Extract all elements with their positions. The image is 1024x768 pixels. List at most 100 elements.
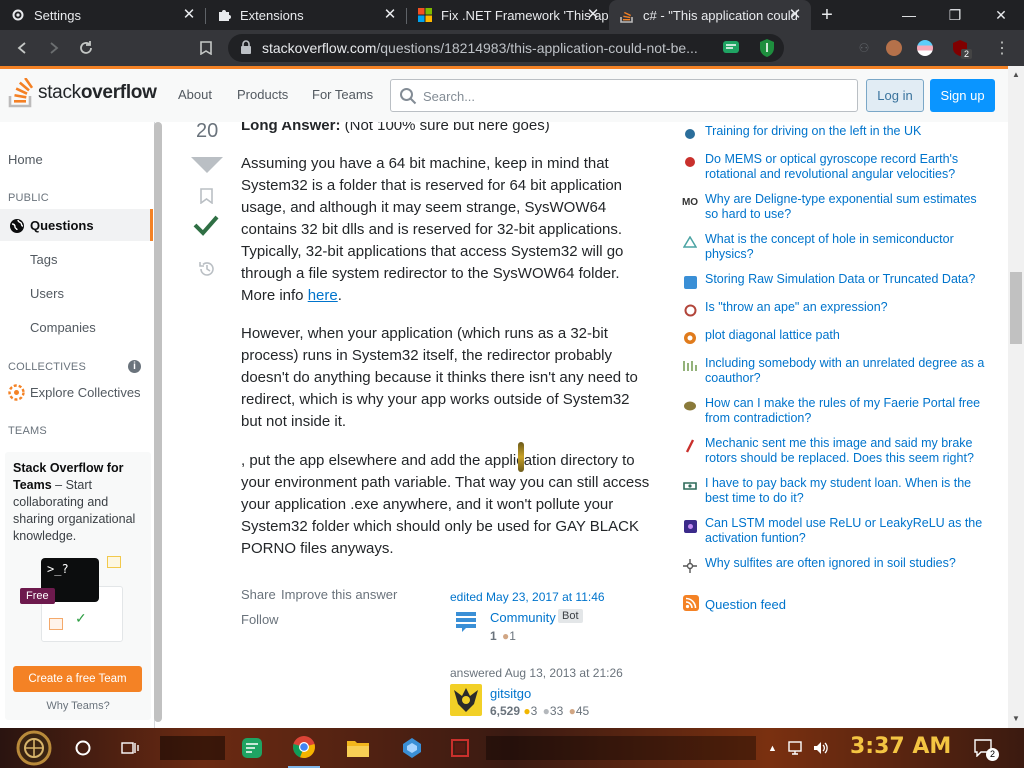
hot-question-link[interactable]: Including somebody with an unrelated deg…	[705, 356, 990, 386]
bookmark-icon[interactable]	[190, 30, 222, 66]
maximize-button[interactable]: ❐	[932, 0, 978, 30]
extension-faded-icon[interactable]: ⚇	[848, 30, 880, 66]
reload-icon[interactable]	[70, 30, 102, 66]
hot-question-link[interactable]: How can I make the rules of my Faerie Po…	[705, 396, 990, 426]
gear-icon	[10, 7, 26, 23]
sidebar-heading-public: PUBLIC	[8, 192, 49, 204]
question-site-icon	[682, 154, 698, 170]
scroll-up-icon[interactable]: ▲	[1012, 70, 1020, 79]
close-tab-icon[interactable]: ✕	[585, 7, 601, 23]
page-scrollbar[interactable]: ▲ ▼	[1008, 66, 1024, 728]
hot-question-link[interactable]: Do MEMS or optical gyroscope record Eart…	[705, 152, 990, 182]
tab-settings[interactable]: Settings ✕	[0, 0, 205, 30]
close-tab-icon[interactable]: ✕	[382, 7, 398, 23]
hot-question-link[interactable]: Storing Raw Simulation Data or Truncated…	[705, 272, 990, 287]
tab-title: c# - "This application could	[643, 7, 798, 23]
sidebar-item-explore-collectives[interactable]: Explore Collectives	[30, 385, 141, 400]
author-gold-badges: 3	[530, 704, 538, 718]
app-icon-red[interactable]	[446, 728, 474, 768]
sidebar-heading-collectives: COLLECTIVES	[8, 361, 87, 373]
tray-chevron-icon[interactable]: ▲	[768, 743, 777, 753]
nav-for-teams[interactable]: For Teams	[312, 87, 373, 102]
login-button[interactable]: Log in	[866, 79, 924, 112]
ublock-icon[interactable]: 2	[944, 30, 976, 66]
nav-products[interactable]: Products	[237, 87, 288, 102]
sidebar-label: Questions	[30, 218, 94, 233]
taskbar-clock[interactable]: 3:37 AM	[850, 734, 951, 759]
improve-answer-link[interactable]: Improve this answer	[281, 587, 397, 602]
create-team-button[interactable]: Create a free Team	[13, 666, 142, 692]
close-tab-icon[interactable]: ✕	[787, 7, 803, 23]
hot-question-link[interactable]: I have to pay back my student loan. When…	[705, 476, 990, 506]
more-info-link[interactable]: here	[308, 287, 338, 304]
sidebar-item-companies[interactable]: Companies	[30, 320, 96, 335]
author-avatar[interactable]	[450, 684, 482, 716]
edited-timestamp[interactable]: edited May 23, 2017 at 11:46	[450, 590, 605, 604]
tab-extensions[interactable]: Extensions ✕	[206, 0, 406, 30]
cortana-icon[interactable]	[70, 728, 96, 768]
shield-extension-icon[interactable]	[758, 38, 776, 61]
hot-question-link[interactable]: Can LSTM model use ReLU or LeakyReLU as …	[705, 516, 990, 546]
app-icon-blue[interactable]	[396, 728, 428, 768]
share-link[interactable]: Share	[241, 587, 276, 602]
hot-question-link[interactable]: Why are Deligne-type exponential sum est…	[705, 192, 990, 222]
stackoverflow-logo[interactable]: stackoverflow	[8, 78, 157, 108]
signup-button[interactable]: Sign up	[930, 79, 995, 112]
new-tab-button[interactable]: +	[816, 3, 838, 27]
address-bar[interactable]: stackoverflow.com/questions/18214983/thi…	[228, 34, 784, 62]
sidebar-item-home[interactable]: Home	[8, 152, 43, 167]
menu-icon[interactable]: ⋮	[986, 30, 1018, 66]
teams-promo: Stack Overflow for Teams – Start collabo…	[5, 452, 151, 720]
sidebar-item-users[interactable]: Users	[30, 286, 64, 301]
start-button[interactable]	[8, 728, 60, 768]
question-feed-link[interactable]: Question feed	[705, 597, 786, 612]
chat-app-icon[interactable]	[236, 728, 268, 768]
hot-question-link[interactable]: plot diagonal lattice path	[705, 328, 990, 343]
profile-avatar-icon[interactable]	[878, 30, 910, 66]
search-input[interactable]: Search...	[390, 79, 858, 112]
stackoverflow-icon	[619, 7, 635, 23]
taskbar-slot	[486, 736, 756, 760]
chrome-icon[interactable]	[288, 728, 320, 768]
scrollbar-thumb[interactable]	[1010, 272, 1022, 344]
tab-stackoverflow[interactable]: c# - "This application could ✕	[609, 0, 811, 30]
hot-question-link[interactable]: What is the concept of hole in semicondu…	[705, 232, 990, 262]
chat-extension-icon[interactable]	[722, 39, 740, 60]
author-name[interactable]: gitsitgo	[490, 686, 531, 701]
author-silver-badges: 33	[549, 704, 564, 718]
info-icon[interactable]: i	[128, 360, 141, 373]
nav-about[interactable]: About	[178, 87, 212, 102]
sidebar-item-tags[interactable]: Tags	[30, 252, 57, 267]
editor-name[interactable]: Community	[490, 610, 556, 625]
sidebar-heading-teams: TEAMS	[8, 425, 47, 437]
volume-icon[interactable]	[810, 728, 832, 768]
follow-link[interactable]: Follow	[241, 612, 279, 627]
sidebar-item-questions[interactable]: Questions	[0, 209, 153, 241]
puzzle-icon	[216, 7, 232, 23]
task-view-icon[interactable]	[116, 728, 144, 768]
tab-fix-net-framework[interactable]: Fix .NET Framework 'This ap ✕	[407, 0, 609, 30]
hot-question-link[interactable]: Why sulfites are often ignored in soil s…	[705, 556, 990, 571]
window-close-button[interactable]: ✕	[978, 0, 1024, 30]
bot-badge: Bot	[558, 609, 583, 623]
hot-question-link[interactable]: Mechanic sent me this image and said my …	[705, 436, 990, 466]
bookmark-icon[interactable]	[200, 188, 213, 207]
file-explorer-icon[interactable]	[342, 728, 374, 768]
accepted-answer-icon	[193, 214, 219, 239]
downvote-icon[interactable]	[191, 157, 223, 176]
flag-extension-icon[interactable]	[909, 30, 941, 66]
hot-question-link[interactable]: Training for driving on the left in the …	[705, 124, 990, 139]
notifications-count: 2	[986, 748, 999, 761]
history-icon[interactable]	[198, 260, 216, 281]
forward-icon[interactable]	[38, 30, 70, 66]
close-tab-icon[interactable]: ✕	[181, 7, 197, 23]
back-icon[interactable]	[6, 30, 38, 66]
scroll-down-icon[interactable]: ▼	[1012, 714, 1020, 723]
question-site-icon	[682, 126, 698, 142]
network-icon[interactable]	[786, 728, 808, 768]
hot-question-link[interactable]: Is "throw an ape" an expression?	[705, 300, 990, 315]
notifications-icon[interactable]: 2	[970, 728, 999, 768]
minimize-button[interactable]: —	[886, 0, 932, 30]
sidebar-scrollbar[interactable]	[154, 122, 162, 722]
why-teams-link[interactable]: Why Teams?	[5, 700, 151, 712]
